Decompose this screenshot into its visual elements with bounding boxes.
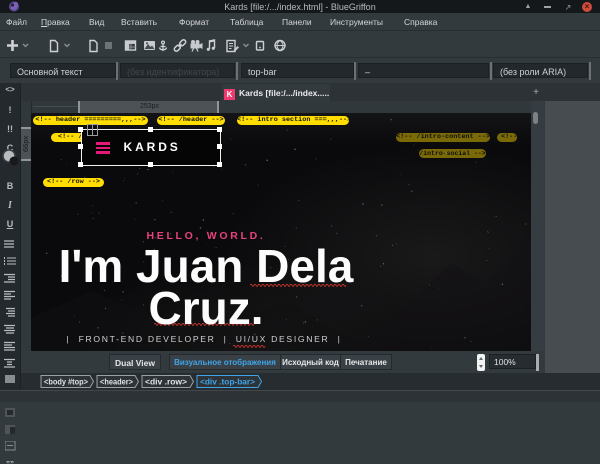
svg-text:<body #top>: <body #top> xyxy=(44,377,88,387)
svg-text:<div .row>: <div .row> xyxy=(145,377,187,387)
svg-text:<header>: <header> xyxy=(100,377,133,387)
svg-text:<div .top-bar>: <div .top-bar> xyxy=(200,377,255,387)
